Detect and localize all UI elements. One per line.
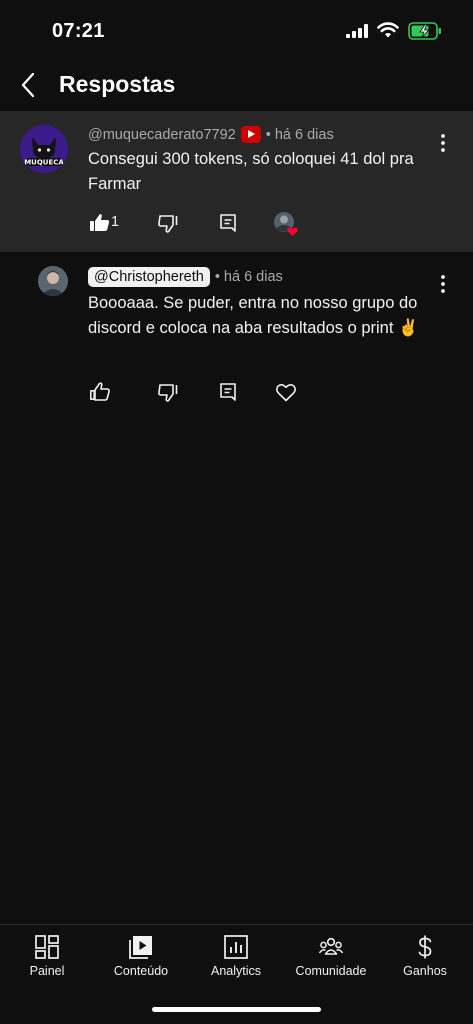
battery-charging-icon <box>408 22 441 40</box>
community-icon <box>318 937 344 955</box>
like-filled-icon[interactable] <box>88 211 112 235</box>
nav-label: Analytics <box>210 964 262 978</box>
like-count: 1 <box>111 214 120 230</box>
nav-item-painel[interactable]: Painel <box>0 925 94 989</box>
header: Respostas <box>0 60 473 110</box>
comment-time: • há 6 dias <box>265 126 334 143</box>
like-icon[interactable] <box>88 380 112 404</box>
reply-comment: @Christophereth • há 6 dias Boooaaa. Se … <box>0 252 473 412</box>
nav-item-ganhos[interactable]: Ganhos <box>378 925 472 989</box>
page-title: Respostas <box>59 71 176 97</box>
more-options-icon[interactable] <box>433 131 453 155</box>
heart-icon[interactable] <box>274 380 298 404</box>
dislike-icon[interactable] <box>156 211 180 235</box>
analytics-icon <box>224 935 248 959</box>
dislike-icon[interactable] <box>156 380 180 404</box>
home-indicator <box>152 1007 321 1012</box>
avatar[interactable] <box>38 266 68 296</box>
youtube-creator-badge-icon <box>240 126 261 143</box>
creator-avatar-icon <box>274 212 298 236</box>
comment-actions: 1 <box>88 211 328 237</box>
dollar-icon <box>418 935 432 959</box>
chevron-left-icon <box>21 72 35 98</box>
status-bar: 07:21 <box>0 0 473 60</box>
nav-label: Ganhos <box>403 964 447 978</box>
comment-time: • há 6 dias <box>214 269 283 285</box>
channel-logo: MUQUECA <box>20 125 68 173</box>
nav-item-conteudo[interactable]: Conteúdo <box>94 925 188 989</box>
creator-heart-indicator[interactable] <box>273 211 301 239</box>
cellular-signal-icon <box>346 24 368 38</box>
reply-icon[interactable] <box>216 211 240 235</box>
nav-label: Conteúdo <box>113 964 169 978</box>
parent-comment: MUQUECA @muquecaderato7792 • há 6 dias C… <box>0 111 473 252</box>
nav-label: Comunidade <box>295 964 367 978</box>
comment-meta: @muquecaderato7792 • há 6 dias <box>88 126 334 143</box>
comment-author[interactable]: @muquecaderato7792 <box>88 127 236 143</box>
back-button[interactable] <box>14 70 44 100</box>
nav-item-analytics[interactable]: Analytics <box>189 925 283 989</box>
nav-item-comunidade[interactable]: Comunidade <box>284 925 378 989</box>
content-icon <box>129 936 152 959</box>
status-time: 07:21 <box>52 20 105 42</box>
comment-text: Boooaaa. Se puder, entra no nosso grupo … <box>88 294 419 337</box>
avatar-text: MUQUECA <box>24 159 64 167</box>
wifi-icon <box>377 22 399 38</box>
comment-actions <box>88 380 328 406</box>
avatar[interactable]: MUQUECA <box>20 125 68 173</box>
more-options-icon[interactable] <box>433 272 453 296</box>
user-avatar-icon <box>38 266 68 296</box>
comment-author[interactable]: @Christophereth <box>88 267 210 287</box>
nav-label: Painel <box>29 964 65 978</box>
reply-icon[interactable] <box>216 380 240 404</box>
comment-meta: @Christophereth • há 6 dias <box>88 267 283 287</box>
dashboard-icon <box>35 935 59 959</box>
comment-text: Consegui 300 tokens, só coloquei 41 dol … <box>88 150 414 193</box>
